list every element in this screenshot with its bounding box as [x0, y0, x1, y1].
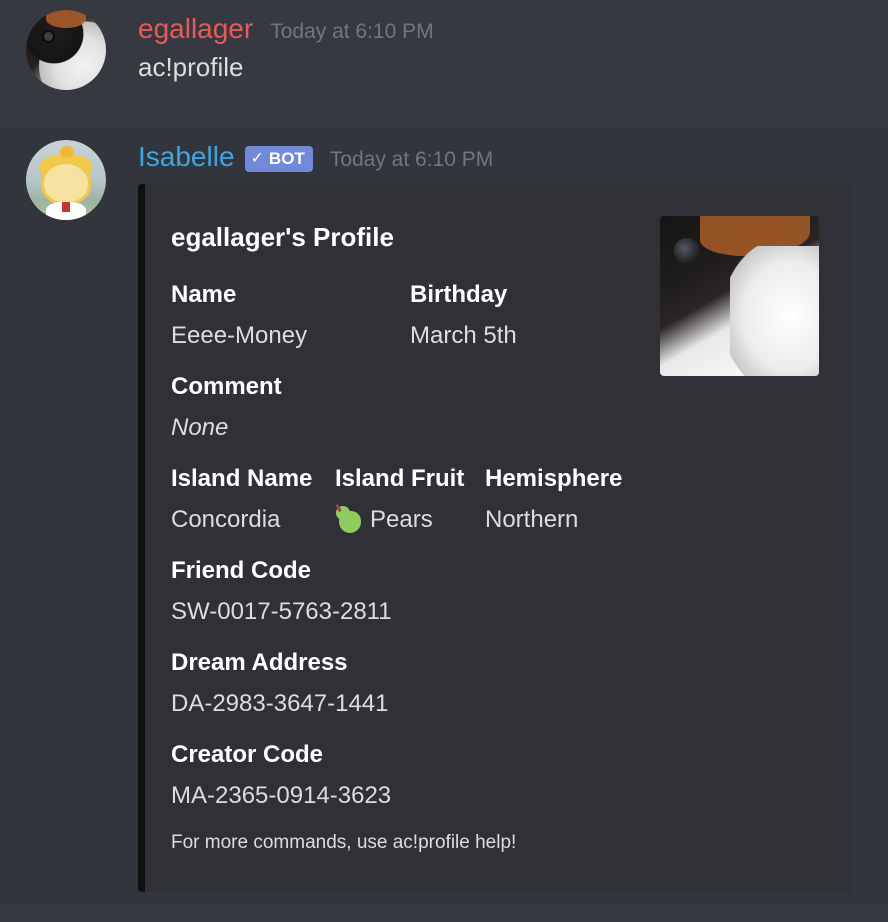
message-content: ac!profile	[138, 52, 244, 82]
field-value: March 5th	[410, 322, 517, 349]
field-label: Comment	[171, 373, 282, 400]
field-value: Northern	[485, 506, 579, 533]
user-message: egallager Today at 6:10 PM ac!profile	[0, 0, 888, 128]
field-value-row: Pears	[335, 503, 464, 535]
avatar-tie	[62, 202, 70, 212]
field-island-fruit: Island Fruit Pears	[335, 464, 464, 535]
field-value: SW-0017-5763-2811	[171, 598, 392, 625]
bot-tag-label: BOT	[268, 149, 305, 168]
field-value: DA-2983-3647-1441	[171, 690, 389, 717]
field-label: Friend Code	[171, 557, 312, 584]
field-value: None	[171, 414, 229, 441]
field-value: Concordia	[171, 506, 281, 533]
field-comment: Comment None	[171, 372, 282, 443]
field-label: Island Fruit	[335, 465, 465, 492]
timestamp: Today at 6:10 PM	[270, 20, 434, 43]
embed-thumbnail[interactable]	[660, 216, 819, 376]
bot-tag: ✓ BOT	[244, 146, 313, 172]
bot-message: Isabelle ✓ BOT Today at 6:10 PM egallage…	[0, 128, 888, 904]
profile-embed: egallager's Profile Name Eeee-Money Birt…	[138, 184, 852, 892]
message-header: Isabelle ✓ BOT Today at 6:10 PM	[138, 140, 493, 175]
field-hemisphere: Hemisphere Northern	[485, 464, 622, 535]
bot-username[interactable]: Isabelle	[138, 140, 235, 174]
field-label: Creator Code	[171, 741, 324, 768]
field-birthday: Birthday March 5th	[410, 280, 517, 351]
field-dream-address: Dream Address DA-2983-3647-1441	[171, 648, 389, 719]
field-label: Island Name	[171, 465, 313, 492]
chat-area: egallager Today at 6:10 PM ac!profile Is…	[0, 0, 888, 922]
field-label: Birthday	[410, 281, 508, 308]
timestamp: Today at 6:10 PM	[329, 148, 494, 171]
bot-avatar[interactable]	[26, 140, 106, 220]
field-value: Eeee-Money	[171, 322, 308, 349]
field-label: Name	[171, 281, 237, 308]
user-avatar[interactable]	[26, 10, 106, 90]
embed-footer: For more commands, use ac!profile help!	[171, 832, 517, 853]
verified-check-icon: ✓	[250, 150, 264, 167]
field-value: Pears	[370, 506, 433, 533]
thumbnail-eye	[674, 238, 700, 264]
field-friend-code: Friend Code SW-0017-5763-2811	[171, 556, 392, 627]
field-label: Dream Address	[171, 649, 348, 676]
username[interactable]: egallager	[138, 12, 253, 46]
embed-title: egallager's Profile	[171, 222, 394, 252]
avatar-bow	[60, 146, 74, 158]
field-creator-code: Creator Code MA-2365-0914-3623	[171, 740, 391, 811]
field-island-name: Island Name Concordia	[171, 464, 312, 535]
avatar-face	[44, 164, 88, 202]
message-header: egallager Today at 6:10 PM	[138, 12, 434, 46]
field-label: Hemisphere	[485, 465, 623, 492]
avatar-eye	[44, 32, 53, 41]
field-name: Name Eeee-Money	[171, 280, 307, 351]
pear-icon	[335, 503, 361, 533]
thumbnail-white-fur	[730, 246, 819, 376]
field-value: MA-2365-0914-3623	[171, 782, 392, 809]
